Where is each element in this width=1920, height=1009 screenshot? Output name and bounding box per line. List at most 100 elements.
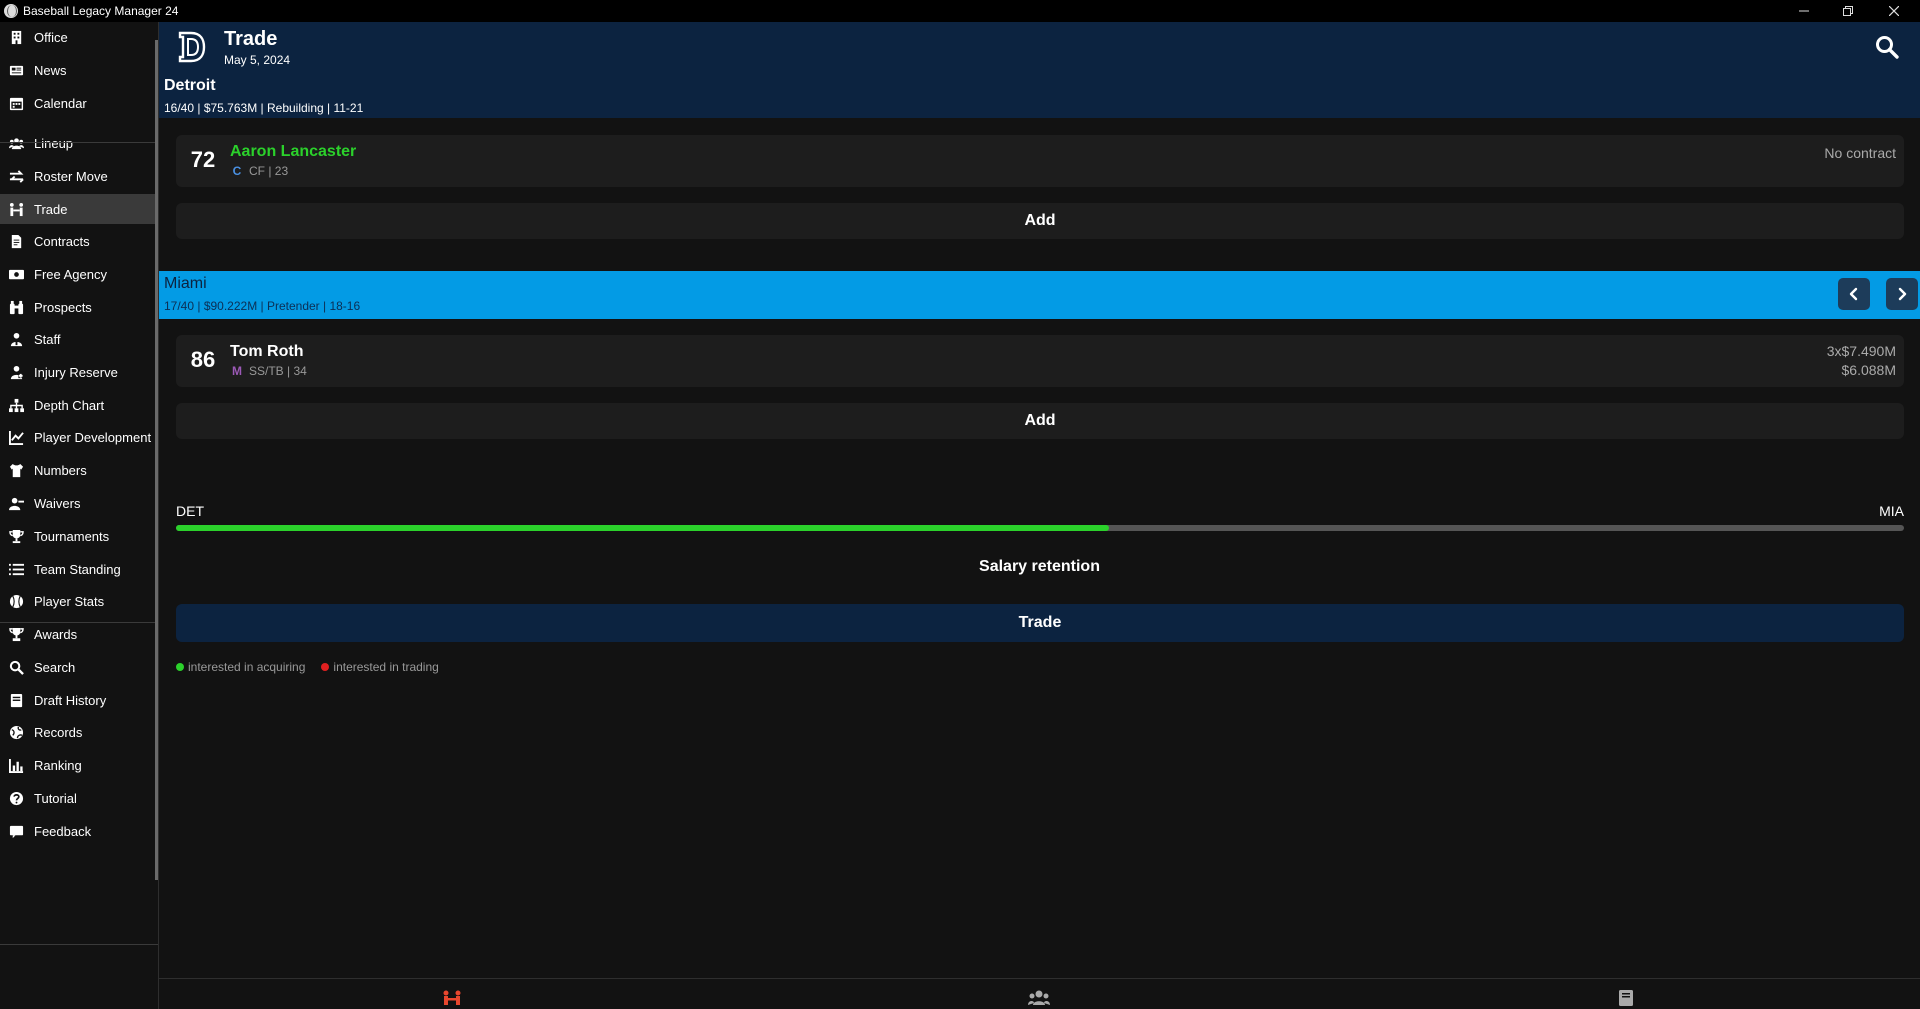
sidebar-item-contracts[interactable]: Contracts: [0, 226, 155, 256]
add-player-button[interactable]: Add: [176, 403, 1904, 439]
player-card[interactable]: 86 Tom Roth M SS/TB | 34 3x$7.490M $6.08…: [176, 335, 1904, 387]
salary-retention-button[interactable]: Salary retention: [159, 558, 1920, 576]
sidebar-item-label: Depth Chart: [34, 397, 105, 413]
sidebar-item-awards[interactable]: Awards: [0, 619, 155, 649]
player-contract-years: 3x$7.490M: [1826, 343, 1896, 359]
previous-team-button[interactable]: [1838, 278, 1870, 310]
legend-trading-label: interested in trading: [333, 660, 439, 674]
sidebar-item-label: Player Stats: [34, 593, 105, 609]
sidebar-item-label: Team Standing: [34, 561, 121, 577]
sidebar-item-label: Contracts: [34, 233, 90, 249]
newspaper-icon: [8, 62, 24, 78]
player-overall: 72: [190, 147, 216, 172]
sidebar-item-records[interactable]: Records: [0, 717, 155, 747]
sidebar-item-news[interactable]: News: [0, 55, 155, 85]
sidebar-divider: [0, 622, 158, 623]
sidebar-item-tutorial[interactable]: Tutorial: [0, 783, 155, 813]
player-overall: 86: [190, 347, 216, 372]
sidebar-item-label: Records: [34, 724, 83, 740]
sidebar-item-staff[interactable]: Staff: [0, 324, 155, 354]
award-icon: [8, 626, 24, 642]
sidebar-item-draft-history[interactable]: Draft History: [0, 685, 155, 715]
trade-icon[interactable]: [441, 989, 463, 1007]
sidebar-item-label: Roster Move: [34, 168, 108, 184]
team-logo-icon: C: [232, 164, 242, 178]
search-icon: [8, 659, 24, 675]
sidebar-item-office[interactable]: Office: [0, 22, 155, 52]
player-position-age: CF | 23: [249, 164, 289, 178]
player-name[interactable]: Aaron Lancaster: [230, 143, 356, 161]
sidebar-item-depth-chart[interactable]: Depth Chart: [0, 390, 155, 420]
title-bar: Baseball Legacy Manager 24: [0, 0, 1920, 22]
restore-button[interactable]: [1826, 0, 1870, 22]
sidebar-item-label: Staff: [34, 331, 61, 347]
trophy-icon: [8, 528, 24, 544]
sidebar-item-ranking[interactable]: Ranking: [0, 750, 155, 780]
binoculars-icon: [8, 299, 24, 315]
sidebar-item-label: Tutorial: [34, 790, 77, 806]
users-icon[interactable]: [1028, 989, 1050, 1007]
sidebar-item-label: Awards: [34, 626, 78, 642]
sidebar-item-label: Prospects: [34, 299, 92, 315]
trade-header: Trade May 5, 2024 Detroit 16/40 | $75.76…: [159, 22, 1920, 118]
sidebar-item-label: Numbers: [34, 462, 87, 478]
sidebar-item-roster-move[interactable]: Roster Move: [0, 161, 155, 191]
other-team-name: Miami: [164, 275, 207, 292]
bottom-tab-bar: [159, 978, 1920, 1009]
chevron-left-icon: [1849, 287, 1858, 301]
trade-balance-bar: [176, 525, 1904, 531]
next-team-button[interactable]: [1886, 278, 1918, 310]
legend: interested in acquiring interested in tr…: [176, 660, 455, 674]
search-icon[interactable]: [1874, 34, 1900, 60]
minimize-button[interactable]: [1782, 0, 1826, 22]
sidebar-item-label: Waivers: [34, 495, 81, 511]
sidebar-item-numbers[interactable]: Numbers: [0, 455, 155, 485]
sidebar-item-label: Calendar: [34, 95, 87, 111]
sidebar-item-label: Player Development: [34, 429, 152, 445]
player-position-age: SS/TB | 34: [249, 364, 307, 378]
sidebar-item-player-stats[interactable]: Player Stats: [0, 586, 155, 616]
calendar-icon: [8, 95, 24, 111]
book-icon[interactable]: [1615, 989, 1637, 1007]
sidebar-item-label: Tournaments: [34, 528, 110, 544]
green-dot-icon: [176, 663, 184, 671]
sidebar-item-tournaments[interactable]: Tournaments: [0, 521, 155, 551]
add-player-button[interactable]: Add: [176, 203, 1904, 239]
baseball-app-icon: [4, 4, 18, 18]
other-team-info: 17/40 | $90.222M | Pretender | 18-16: [164, 299, 361, 313]
close-icon: [1889, 6, 1899, 16]
chart-line-icon: [8, 429, 24, 445]
sidebar-item-prospects[interactable]: Prospects: [0, 292, 155, 322]
staff-icon: [8, 331, 24, 347]
player-name[interactable]: Tom Roth: [230, 343, 303, 361]
bar-chart-icon: [8, 757, 24, 773]
sidebar-item-feedback[interactable]: Feedback: [0, 816, 155, 846]
sidebar-item-search[interactable]: Search: [0, 652, 155, 682]
swap-icon: [8, 168, 24, 184]
player-card[interactable]: 72 Aaron Lancaster C CF | 23 No contract: [176, 135, 1904, 187]
close-button[interactable]: [1872, 0, 1916, 22]
sidebar-item-player-development[interactable]: Player Development: [0, 422, 155, 452]
sidebar: Office News Calendar Lineup Roster Move Trade…: [0, 22, 158, 1009]
legend-acquire: interested in acquiring: [176, 660, 305, 674]
building-icon: [8, 29, 24, 45]
sidebar-item-label: Ranking: [34, 757, 82, 773]
sidebar-item-label: Office: [34, 29, 68, 45]
page-title: Trade: [224, 28, 278, 50]
sidebar-item-lineup[interactable]: Lineup: [0, 128, 155, 158]
sidebar-item-label: Draft History: [34, 692, 107, 708]
sitemap-icon: [8, 397, 24, 413]
sidebar-item-calendar[interactable]: Calendar: [0, 88, 155, 118]
sidebar-item-trade[interactable]: Trade: [0, 194, 155, 224]
trade-balance-fill: [176, 525, 1110, 531]
balance-right-label: MIA: [1879, 503, 1904, 519]
sidebar-item-team-standing[interactable]: Team Standing: [0, 554, 155, 584]
sidebar-item-waivers[interactable]: Waivers: [0, 488, 155, 518]
minimize-icon: [1799, 10, 1809, 12]
my-team-info: 16/40 | $75.763M | Rebuilding | 11-21: [164, 101, 364, 115]
sidebar-item-free-agency[interactable]: Free Agency: [0, 259, 155, 289]
chevron-right-icon: [1898, 287, 1907, 301]
sidebar-item-label: Feedback: [34, 823, 92, 839]
sidebar-item-injury-reserve[interactable]: Injury Reserve: [0, 357, 155, 387]
trade-button[interactable]: Trade: [176, 604, 1904, 642]
